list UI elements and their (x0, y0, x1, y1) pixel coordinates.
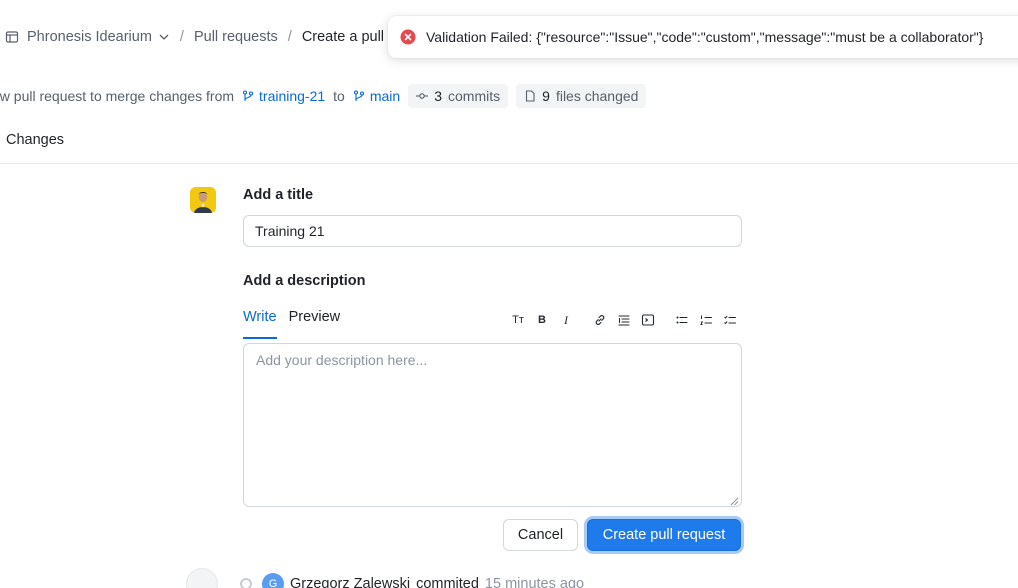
numbered-list-icon[interactable] (698, 312, 714, 328)
tab-preview[interactable]: Preview (289, 309, 341, 339)
source-branch-label: training-21 (259, 88, 326, 104)
heading-icon[interactable]: Tт (510, 312, 526, 328)
error-toast: Validation Failed: {"resource":"Issue","… (388, 16, 1018, 58)
repo-icon (5, 30, 19, 44)
merge-connector: to (333, 88, 345, 104)
commits-pill[interactable]: 3 commits (408, 84, 509, 108)
task-list-icon[interactable] (722, 312, 738, 328)
title-label: Add a title (243, 187, 314, 203)
resize-handle-icon[interactable] (729, 493, 739, 506)
commit-action: commited (416, 576, 479, 588)
breadcrumb-repo[interactable]: Phronesis Idearium (27, 29, 152, 45)
bold-icon[interactable]: B (534, 312, 550, 328)
error-circle-icon (400, 29, 416, 45)
files-changed-pill[interactable]: 9 files changed (516, 84, 647, 108)
commit-time: 15 minutes ago (484, 576, 585, 588)
description-textarea[interactable] (243, 343, 742, 507)
avatar: G (262, 573, 284, 588)
bullet-list-icon[interactable] (674, 312, 690, 328)
commits-count: 3 (434, 88, 443, 104)
source-branch[interactable]: training-21 (242, 88, 325, 104)
breadcrumb: Phronesis Idearium / Pull requests / Cre… (0, 26, 436, 48)
title-input[interactable] (243, 215, 742, 247)
commit-node-icon (186, 568, 218, 588)
divider (0, 163, 1018, 164)
files-label: files changed (555, 88, 639, 104)
target-branch[interactable]: main (353, 88, 400, 104)
breadcrumb-pull-requests[interactable]: Pull requests (194, 29, 278, 45)
commits-label: commits (448, 88, 501, 104)
file-icon (526, 90, 535, 102)
cancel-button[interactable]: Cancel (503, 519, 578, 551)
branch-icon (242, 90, 254, 101)
merge-info: ew pull request to merge changes from tr… (0, 84, 647, 108)
chevron-down-icon[interactable] (158, 31, 170, 43)
link-icon[interactable] (592, 312, 608, 328)
timeline-dot-icon (240, 578, 252, 588)
tab-write[interactable]: Write (243, 309, 277, 339)
markdown-toolbar: Tт B I (510, 312, 746, 328)
toast-message: Validation Failed: {"resource":"Issue","… (426, 29, 984, 45)
avatar (190, 187, 216, 213)
target-branch-label: main (369, 88, 401, 104)
breadcrumb-separator: / (179, 29, 184, 45)
italic-icon[interactable]: I (558, 312, 574, 328)
quote-icon[interactable] (616, 312, 632, 328)
code-icon[interactable] (640, 312, 656, 328)
create-pull-request-page: Phronesis Idearium / Pull requests / Cre… (0, 0, 1018, 588)
files-count: 9 (542, 88, 550, 104)
breadcrumb-separator: / (287, 29, 292, 45)
commit-author[interactable]: Grzegorz Zalewski (290, 576, 410, 588)
merge-description: ew pull request to merge changes from (0, 88, 235, 104)
commit-icon (416, 93, 429, 99)
description-label: Add a description (243, 273, 366, 289)
commit-row: G Grzegorz Zalewski commited 15 minutes … (186, 568, 585, 588)
branch-icon (353, 90, 364, 101)
create-pull-request-button[interactable]: Create pull request (587, 519, 741, 551)
editor-tabs: Write Preview (243, 309, 340, 339)
tab-changes[interactable]: Changes (6, 132, 64, 148)
